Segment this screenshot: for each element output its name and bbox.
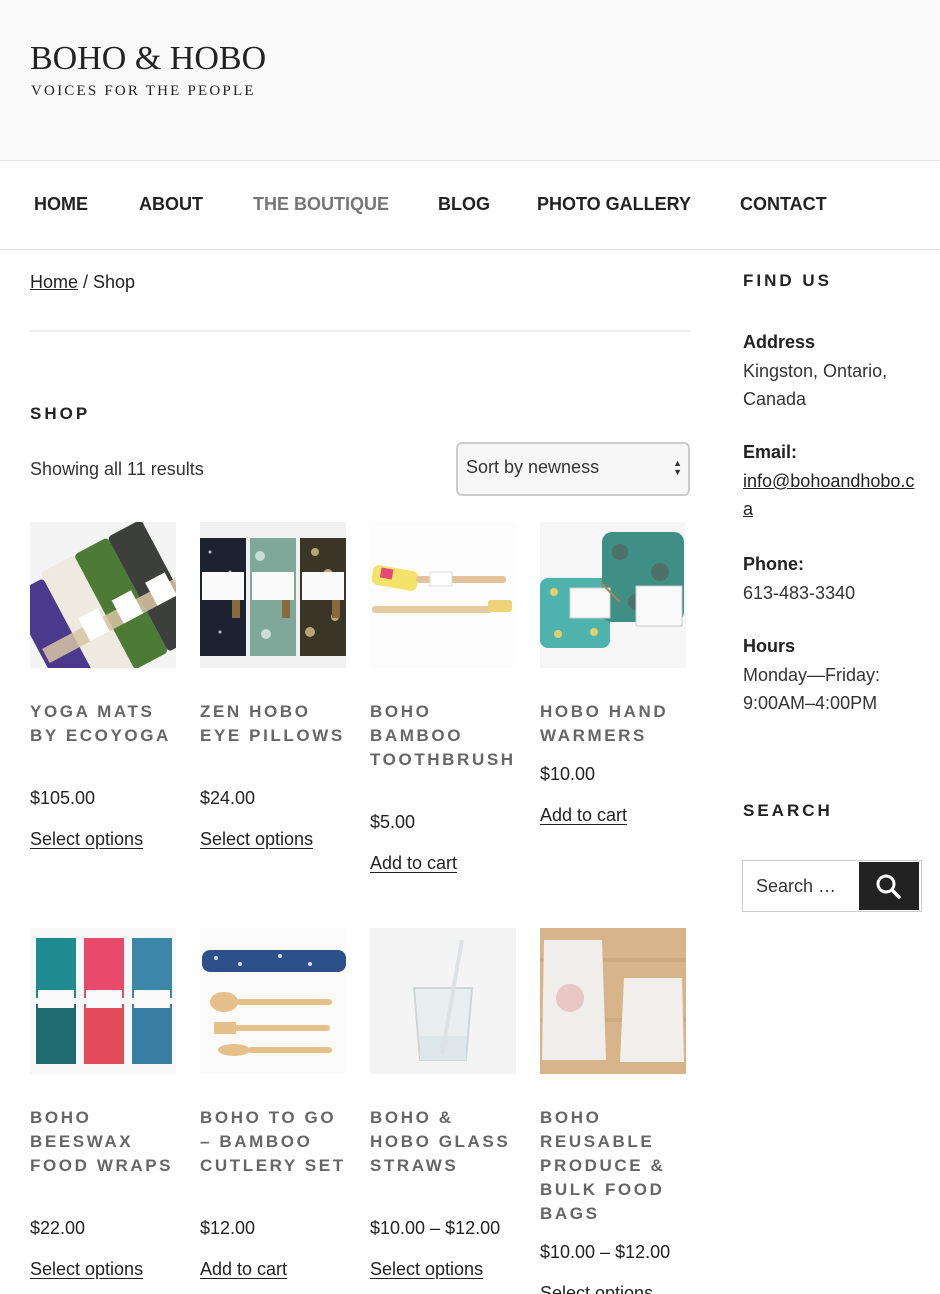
nav-item-blog[interactable]: BLOG <box>438 194 490 215</box>
product-price: $10.00 <box>540 764 596 784</box>
breadcrumb-home-link[interactable]: Home <box>30 272 78 292</box>
product-price: $5.00 <box>370 812 416 832</box>
select-options-button[interactable]: Select options <box>30 829 143 850</box>
phone-label: Phone: <box>743 554 804 574</box>
nav-item-about[interactable]: ABOUT <box>139 194 203 215</box>
hours-days: Monday—Friday: <box>743 665 881 685</box>
email-text: info@bohoandhobo.ca <box>743 467 923 523</box>
site-header: BOHO & HOBO VOICES FOR THE PEOPLE <box>0 0 940 161</box>
product-image-bamboo-toothbrush[interactable] <box>370 522 516 668</box>
address-line-1: Kingston, Ontario, <box>743 361 888 381</box>
product-name[interactable]: BOHO TO GO – BAMBOO CUTLERY SET <box>200 1106 348 1178</box>
breadcrumb-separator: / <box>78 272 94 292</box>
breadcrumb: Home / Shop <box>30 272 135 293</box>
product-image-produce-bags[interactable] <box>540 928 686 1074</box>
find-us-title: FIND US <box>743 271 832 290</box>
address-line-2: Canada <box>743 389 807 409</box>
product-image-glass-straws[interactable] <box>370 928 516 1074</box>
select-options-button[interactable]: Select options <box>30 1259 143 1280</box>
search-input[interactable] <box>743 861 859 911</box>
search-title: SEARCH <box>743 801 833 820</box>
select-options-button[interactable]: Select options <box>370 1259 483 1280</box>
product-name[interactable]: HOBO HAND WARMERS <box>540 700 688 748</box>
hours-text: Monday—Friday: 9:00AM–4:00PM <box>743 661 923 717</box>
nav-item-contact[interactable]: CONTACT <box>740 194 827 215</box>
email-label: Email: <box>743 442 798 462</box>
sort-arrows-icon: ▲ ▼ <box>673 458 682 477</box>
product-price: $22.00 <box>30 1218 86 1238</box>
breadcrumb-current: Shop <box>93 272 136 292</box>
content-divider <box>30 330 690 332</box>
phone-text: 613-483-3340 <box>743 583 856 603</box>
select-options-button[interactable]: Select options <box>540 1283 653 1294</box>
select-options-button[interactable]: Select options <box>200 829 313 850</box>
add-to-cart-button[interactable]: Add to cart <box>200 1259 287 1280</box>
product-name[interactable]: BOHO REUSABLE PRODUCE & BULK FOOD BAGS <box>540 1106 688 1226</box>
address-text: Kingston, Ontario, Canada <box>743 357 923 413</box>
product-price: $10.00 – $12.00 <box>370 1218 501 1238</box>
product-image-eye-pillows[interactable] <box>200 522 346 668</box>
product-image-yoga-mats[interactable] <box>30 522 176 668</box>
address-label: Address <box>743 332 816 352</box>
nav-item-photo-gallery[interactable]: PHOTO GALLERY <box>537 194 691 215</box>
product-price: $12.00 <box>200 1218 256 1238</box>
main-navigation: HOME ABOUT THE BOUTIQUE BLOG PHOTO GALLE… <box>0 162 940 250</box>
nav-item-home[interactable]: HOME <box>34 194 88 215</box>
sort-select-value: Sort by newness <box>466 457 600 477</box>
product-image-beeswax-wraps[interactable] <box>30 928 176 1074</box>
product-image-bamboo-cutlery[interactable] <box>200 928 346 1074</box>
search-button[interactable] <box>859 862 919 910</box>
nav-item-the-boutique[interactable]: THE BOUTIQUE <box>253 194 389 215</box>
hours-time: 9:00AM–4:00PM <box>743 693 878 713</box>
product-name[interactable]: BOHO BEESWAX FOOD WRAPS <box>30 1106 178 1178</box>
search-icon <box>876 874 901 899</box>
site-logo-title[interactable]: BOHO & HOBO <box>30 40 266 78</box>
product-name[interactable]: BOHO BAMBOO TOOTHBRUSH <box>370 700 518 772</box>
page-title: SHOP <box>30 404 91 423</box>
sort-select[interactable]: Sort by newness ▲ ▼ <box>456 442 690 496</box>
product-image-hand-warmers[interactable] <box>540 522 686 668</box>
search-form <box>742 860 922 912</box>
product-name[interactable]: BOHO & HOBO GLASS STRAWS <box>370 1106 518 1178</box>
product-price: $105.00 <box>30 788 96 808</box>
add-to-cart-button[interactable]: Add to cart <box>370 853 457 874</box>
result-count: Showing all 11 results <box>30 459 204 479</box>
email-link[interactable]: info@bohoandhobo.ca <box>743 471 914 519</box>
product-name[interactable]: YOGA MATS BY ECOYOGA <box>30 700 178 748</box>
product-price: $10.00 – $12.00 <box>540 1242 671 1262</box>
add-to-cart-button[interactable]: Add to cart <box>540 805 627 826</box>
hours-label: Hours <box>743 636 796 656</box>
product-name[interactable]: ZEN HOBO EYE PILLOWS <box>200 700 348 748</box>
site-tagline: VOICES FOR THE PEOPLE <box>31 83 256 99</box>
product-price: $24.00 <box>200 788 256 808</box>
